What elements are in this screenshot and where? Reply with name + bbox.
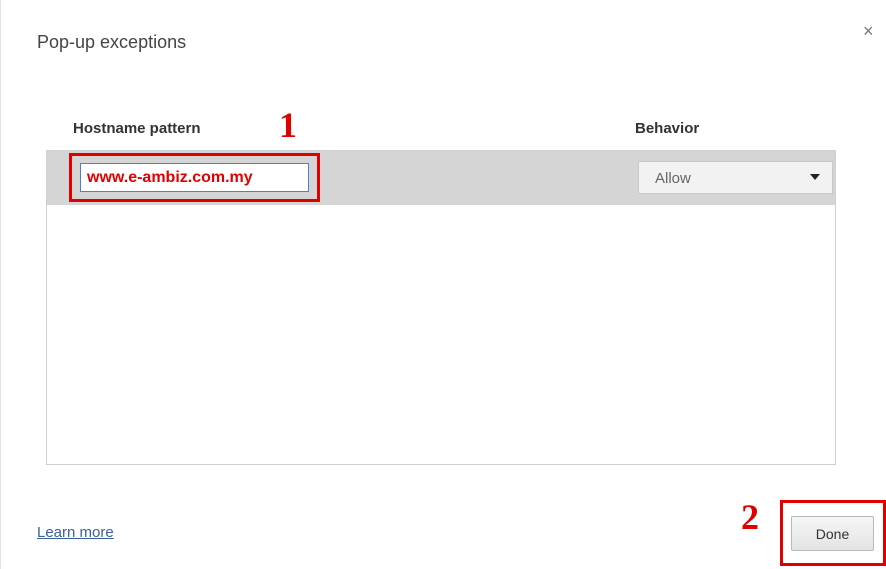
close-icon[interactable]: × — [863, 22, 874, 40]
behavior-select[interactable]: Allow — [638, 161, 833, 194]
annotation-step-1: 1 — [279, 105, 297, 145]
column-header-behavior: Behavior — [635, 120, 700, 137]
annotation-highlight-hostname — [69, 153, 320, 202]
done-button[interactable]: Done — [791, 516, 874, 551]
behavior-select-value: Allow — [655, 170, 691, 187]
annotation-step-2: 2 — [741, 497, 759, 537]
annotation-highlight-done: Done — [780, 500, 886, 566]
table-row[interactable]: Allow — [47, 151, 835, 205]
hostname-pattern-input[interactable] — [80, 163, 309, 192]
column-header-hostname: Hostname pattern — [73, 120, 201, 137]
popup-exceptions-dialog: Pop-up exceptions × Hostname pattern Beh… — [0, 0, 886, 569]
dialog-title: Pop-up exceptions — [37, 32, 187, 52]
chevron-down-icon — [810, 174, 820, 180]
learn-more-link[interactable]: Learn more — [37, 524, 114, 541]
exceptions-list: Allow — [46, 150, 836, 465]
